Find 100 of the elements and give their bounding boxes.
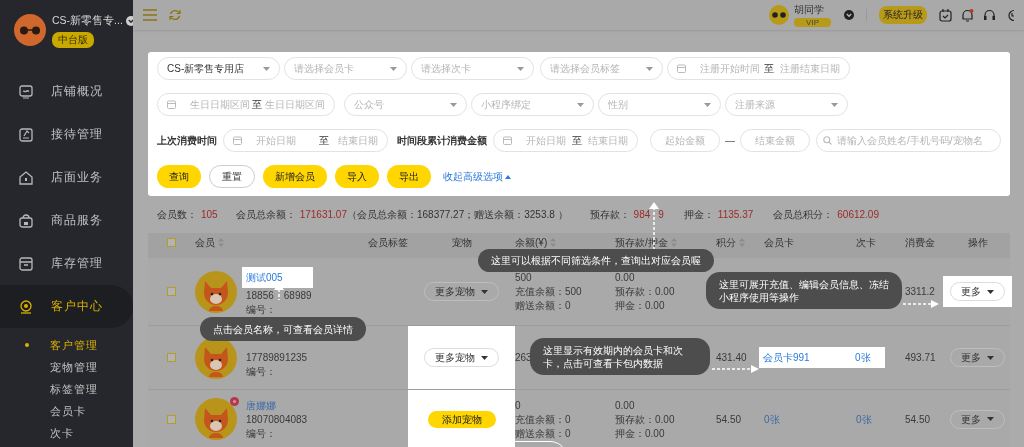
- date-range-field[interactable]: 注册开始时间 至 注册结束日期: [667, 57, 850, 80]
- search-field[interactable]: 请输入会员姓名/手机号码/宠物名: [816, 129, 1001, 152]
- caret-icon: [987, 355, 994, 360]
- date-range-field[interactable]: 生日日期区间 至 生日日期区间: [157, 93, 335, 116]
- tour-tooltip: 点击会员名称，可查看会员详情: [200, 317, 366, 341]
- menu-item[interactable]: 库存管理: [0, 242, 133, 285]
- tour-tooltip: 这里显示有效期内的会员卡和次卡，点击可查看卡包内数据: [530, 338, 710, 375]
- gift-balance: 赠送余额：0: [515, 299, 571, 312]
- caret-icon: [577, 102, 584, 107]
- dropdown-icon[interactable]: [844, 10, 854, 20]
- caret-icon: [704, 102, 711, 107]
- stat-label: 会员数：: [157, 207, 197, 222]
- recharge-balance: 充值余额：0: [515, 412, 571, 426]
- vip-badge: VIP: [794, 18, 831, 27]
- deposit-line: 押金：0.00: [615, 299, 665, 312]
- user-name: 胡同学: [794, 3, 826, 17]
- calendar-icon: [677, 64, 686, 73]
- column-header: 会员: [195, 236, 215, 249]
- action-button[interactable]: 重置: [209, 165, 255, 188]
- deposit-amount: 0.00: [615, 271, 635, 284]
- add-pet-button[interactable]: 添加宠物: [427, 410, 496, 428]
- date-range-field[interactable]: 开始日期 至 结束日期: [223, 129, 388, 152]
- headset-icon[interactable]: [983, 8, 996, 22]
- prestored-amount: 预存款：0.00: [615, 412, 675, 426]
- submenu-item[interactable]: 会员卡: [0, 400, 133, 422]
- calendar-icon[interactable]: [939, 8, 952, 22]
- box-icon: [18, 255, 34, 272]
- column-header: 会员标签: [368, 236, 408, 249]
- count-card-link[interactable]: 0张: [855, 351, 871, 364]
- stat-label: 会员总余额：: [235, 207, 296, 222]
- caret-icon: [450, 102, 457, 107]
- caret-icon: [646, 66, 653, 71]
- caret-icon: [481, 355, 488, 360]
- submenu-item[interactable]: 客户管理: [0, 334, 133, 356]
- caret-icon: [390, 66, 397, 71]
- member-phone: 18856: [246, 289, 274, 302]
- menu-item[interactable]: 店铺概况: [0, 70, 133, 113]
- member-number: 编号：: [246, 426, 277, 440]
- clock-icon[interactable]: [1005, 8, 1014, 22]
- collapse-link[interactable]: 收起高级选项: [443, 169, 511, 184]
- column-header: 宠物: [451, 236, 472, 249]
- stat-value: 105: [201, 209, 218, 220]
- stat-value: 9: [658, 209, 664, 220]
- deposit-line: 押金：0.00: [615, 426, 665, 440]
- gift-balance: 赠送余额：0: [515, 426, 571, 440]
- calendar-icon: [233, 136, 242, 145]
- balance-amount: 0: [515, 398, 521, 412]
- input-field[interactable]: 结束金额: [740, 129, 810, 152]
- more-pets-button[interactable]: 更多宠物: [424, 348, 499, 367]
- select-field[interactable]: CS-新零售专用店: [157, 57, 280, 80]
- date-range-field[interactable]: 开始日期 至 结束日期: [493, 129, 638, 152]
- stat-value: 171631.07: [299, 209, 347, 220]
- checkbox[interactable]: [167, 287, 176, 296]
- member-phone: 17789891235: [246, 350, 308, 364]
- dashed-arrow: [712, 365, 759, 373]
- deposit-amount: 0.00: [615, 398, 635, 412]
- caret-icon: [987, 417, 994, 421]
- balance-amount: 500: [515, 271, 532, 284]
- upgrade-button[interactable]: 系统升级: [879, 6, 927, 24]
- clipboard-icon: [18, 126, 34, 143]
- menu-item[interactable]: 客户中心: [0, 285, 133, 328]
- calendar-icon: [167, 100, 176, 109]
- more-button[interactable]: 更多: [950, 282, 1005, 301]
- stat-value: 1135.37: [717, 209, 754, 220]
- stat-value: 984: [633, 209, 651, 220]
- menu-item[interactable]: 商品服务: [0, 199, 133, 242]
- spending-value: 493.71: [905, 351, 936, 364]
- menu-item[interactable]: 店面业务: [0, 156, 133, 199]
- points-value: 431.40: [716, 351, 747, 364]
- column-header: 积分: [716, 236, 736, 249]
- recharge-balance: 充值余额：500: [515, 285, 582, 298]
- input-field[interactable]: 起始金额: [650, 129, 720, 152]
- stat-label: 预存款：: [589, 207, 630, 222]
- action-button[interactable]: 新增会员: [263, 165, 327, 188]
- sunglasses-icon: [772, 12, 787, 18]
- menu-item[interactable]: 接待管理: [0, 113, 133, 156]
- range-dash: —: [725, 135, 735, 146]
- filter-label: 上次消费时间: [157, 133, 217, 148]
- column-header: 余额(¥): [515, 236, 548, 249]
- action-button[interactable]: 导入: [335, 165, 379, 188]
- caret-icon: [517, 66, 524, 71]
- action-button[interactable]: 查询: [157, 165, 201, 188]
- submenu-item[interactable]: 次卡: [0, 422, 133, 444]
- checkbox[interactable]: [167, 414, 176, 424]
- prestored-amount: 预存款：0.00: [615, 285, 675, 298]
- calendar-icon: [503, 136, 512, 145]
- caret-icon: [831, 102, 838, 107]
- member-name-link[interactable]: 测试005: [242, 267, 313, 288]
- checkbox[interactable]: [167, 238, 176, 247]
- submenu-item[interactable]: 宠物管理: [0, 356, 133, 378]
- sunglasses-icon: [19, 25, 41, 35]
- action-button[interactable]: 导出: [387, 165, 431, 188]
- checkbox[interactable]: [167, 353, 176, 362]
- member-card-link[interactable]: 会员卡991: [759, 351, 855, 364]
- caret-up-icon: [505, 174, 511, 179]
- dashed-arrow: [903, 300, 939, 308]
- submenu-item[interactable]: 标签管理: [0, 378, 133, 400]
- member-number: 编号：: [246, 364, 277, 378]
- bell-icon[interactable]: [961, 8, 974, 22]
- column-header: 操作: [967, 236, 988, 249]
